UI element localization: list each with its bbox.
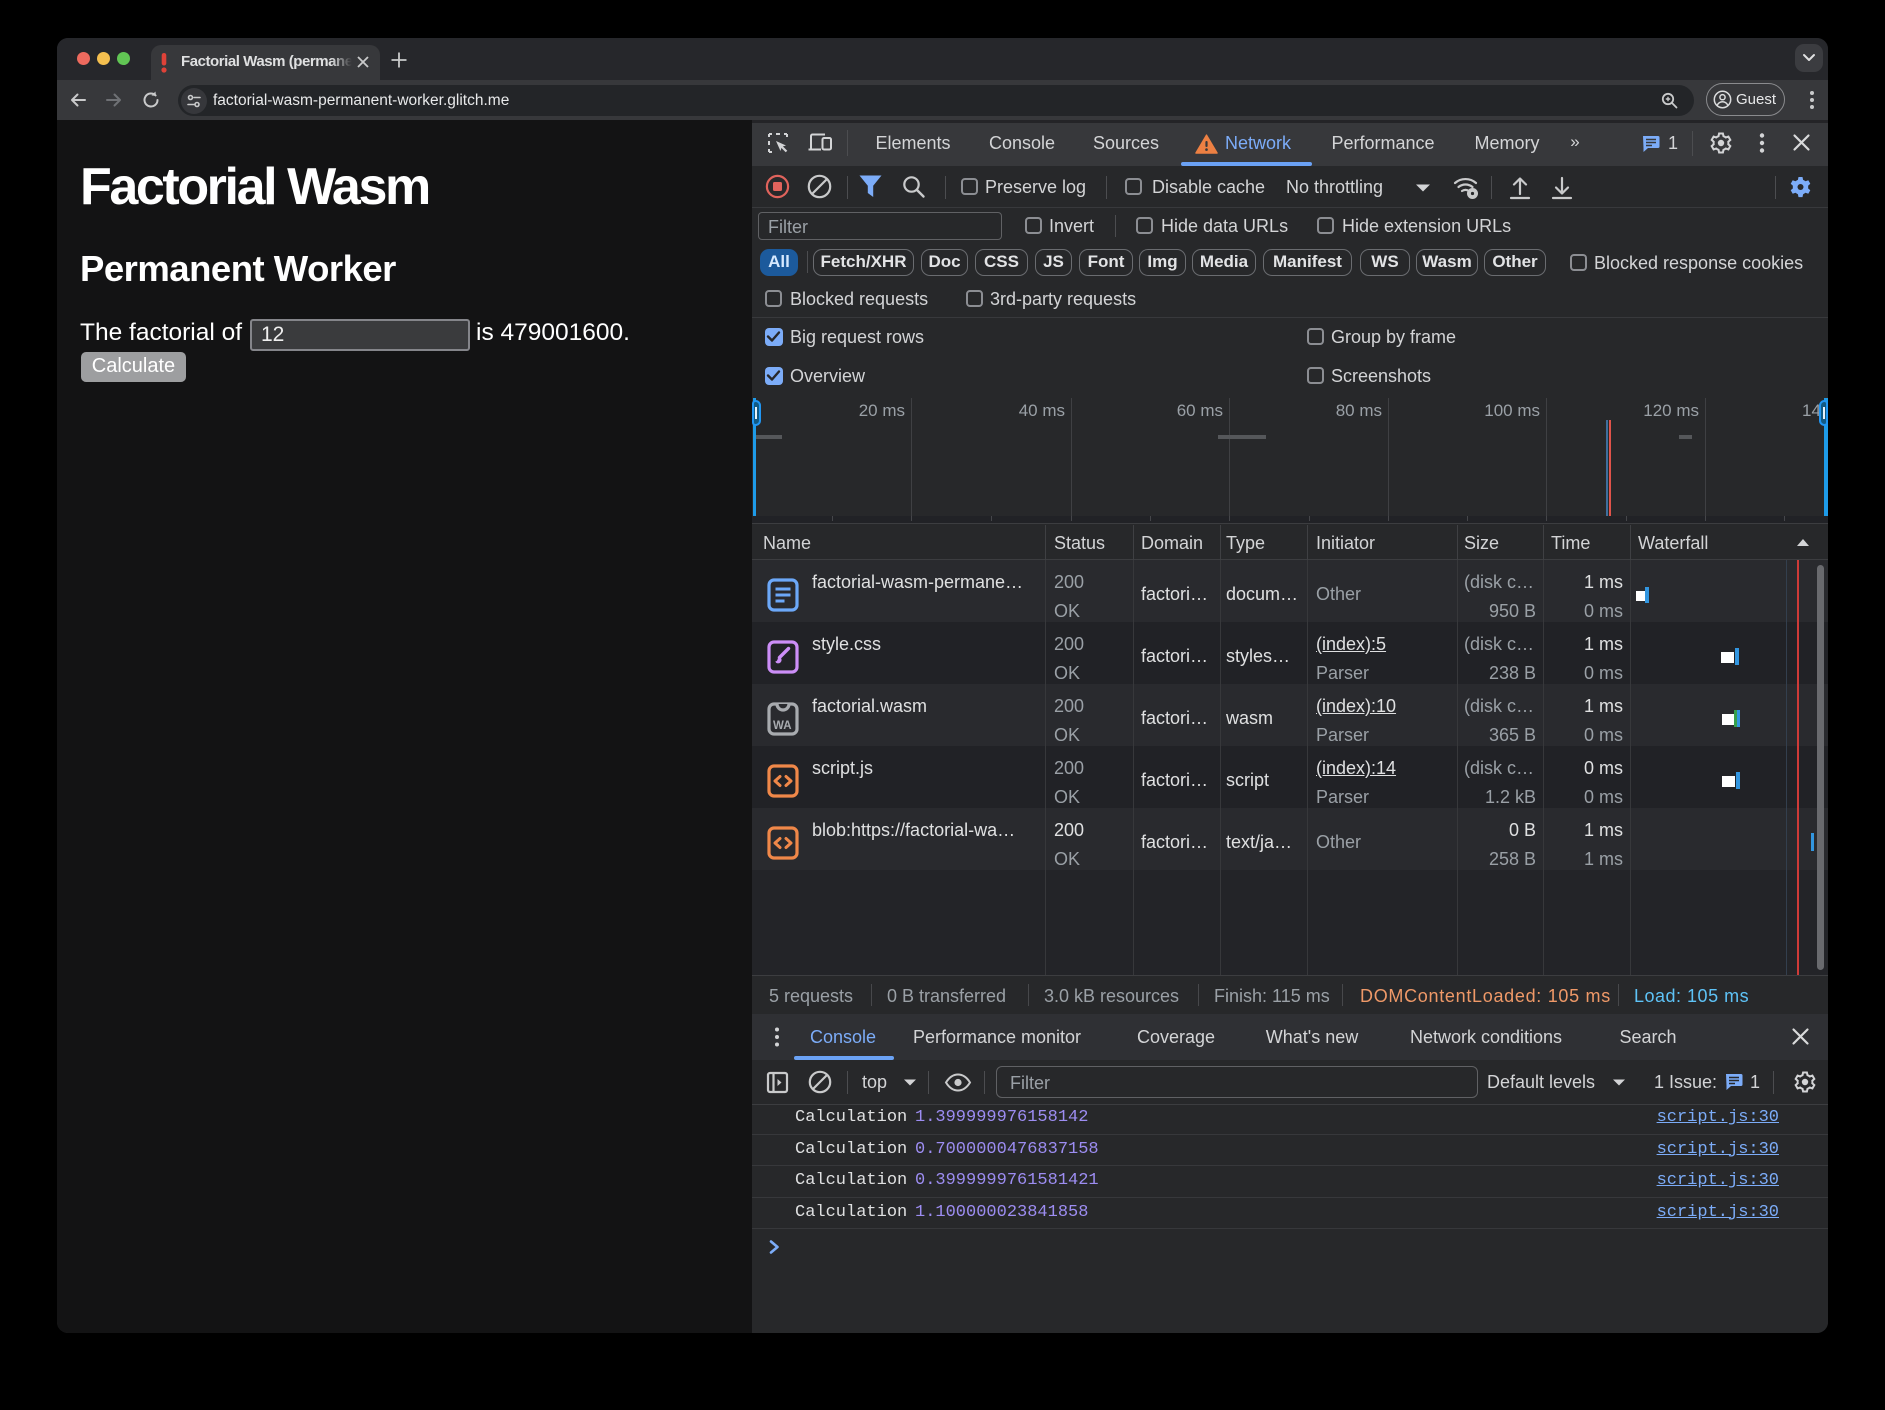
svg-text:WA: WA — [773, 720, 792, 732]
